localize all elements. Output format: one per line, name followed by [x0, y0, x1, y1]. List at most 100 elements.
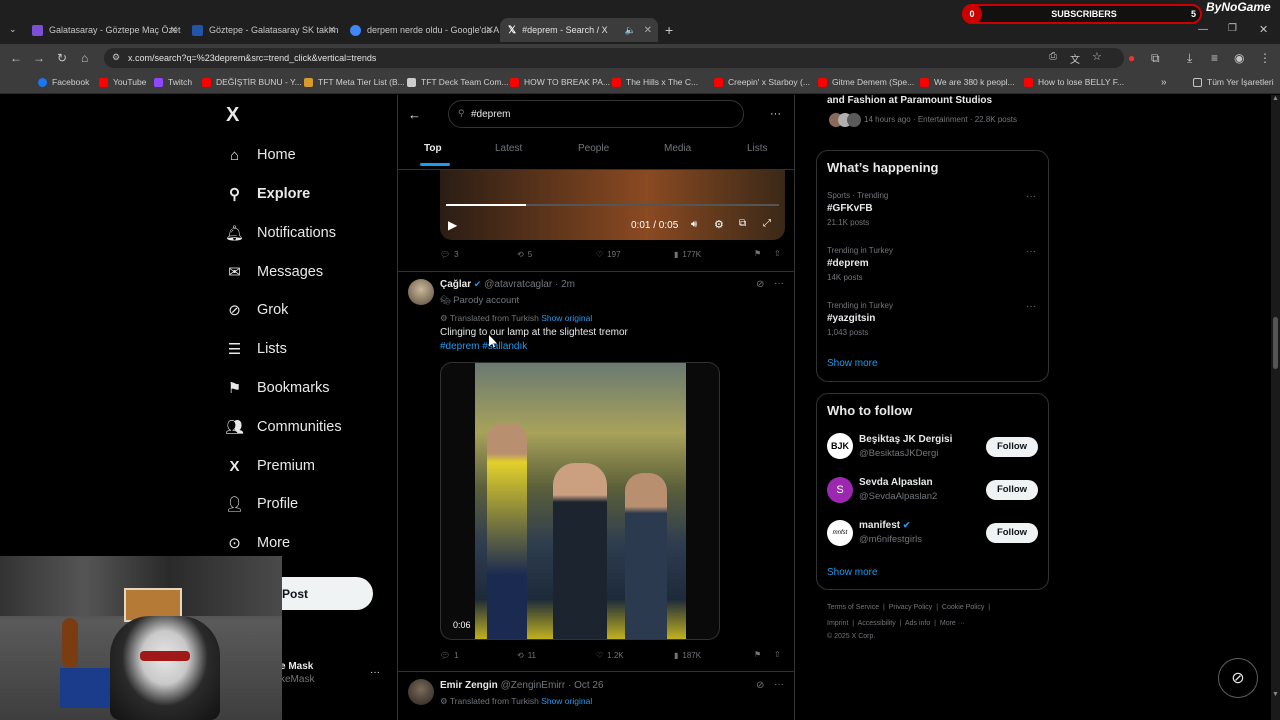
repost-action[interactable]: ⟲ 5	[517, 250, 532, 259]
back-icon[interactable]: ←	[10, 52, 22, 64]
nav-premium[interactable]: X Premium	[226, 454, 315, 478]
install-app-icon[interactable]: ⎙	[1049, 51, 1057, 62]
bookmark-item[interactable]: Creepin' x Starboy (...	[714, 77, 810, 87]
account-more-icon[interactable]: ···	[370, 667, 380, 678]
trend-more-icon[interactable]: ···	[1026, 191, 1036, 202]
bookmark-item[interactable]: HOW TO BREAK PA...	[510, 77, 610, 87]
trend-more-icon[interactable]: ···	[1026, 246, 1036, 257]
close-tab-icon[interactable]: ✕	[328, 25, 336, 36]
restore-icon[interactable]: ❐	[1228, 23, 1237, 34]
bookmark-icon[interactable]: ⚑	[754, 650, 761, 659]
bookmark-item[interactable]: How to lose BELLY F...	[1024, 77, 1124, 87]
footer-link[interactable]: Privacy Policy	[889, 604, 933, 611]
share-icon[interactable]: ⇧	[774, 650, 781, 659]
tweet-time[interactable]: · 2m	[555, 279, 575, 290]
close-window-icon[interactable]: ✕	[1259, 23, 1268, 36]
scroll-down-icon[interactable]: ▼	[1272, 691, 1279, 698]
show-original-link[interactable]: Show original	[541, 313, 592, 323]
site-info-icon[interactable]: ⚙	[112, 52, 120, 63]
tab-list-chevron-icon[interactable]: ⌄	[9, 24, 17, 35]
show-more-trends-link[interactable]: Show more	[827, 358, 878, 369]
scrollbar-thumb[interactable]	[1273, 317, 1278, 369]
nav-profile[interactable]: 👤︎ Profile	[225, 492, 298, 516]
tab-media[interactable]: Media	[664, 143, 691, 154]
suggested-account[interactable]: Beşiktaş JK Dergisi @BesiktasJKDergi	[859, 434, 952, 459]
new-tab-icon[interactable]: +	[665, 22, 673, 38]
bookmark-item[interactable]: YouTube	[99, 77, 146, 87]
bookmark-item[interactable]: Gitme Demem (Spe...	[818, 77, 914, 87]
author-name[interactable]: Emir Zengin	[440, 680, 498, 691]
repost-action[interactable]: ⟲ 11	[517, 651, 536, 660]
browser-tab[interactable]: Galatasaray - Göztepe Maç Özet ✕	[24, 18, 184, 42]
author-handle[interactable]: @ZenginEmirr	[501, 680, 566, 691]
bookmark-item[interactable]: Facebook	[38, 77, 89, 87]
browser-tab-active[interactable]: 𝕏 #deprem - Search / X 🔈 ✕	[500, 18, 658, 42]
back-arrow-icon[interactable]: ←	[408, 107, 421, 122]
suggested-account[interactable]: manifest ✔ @m6nifestgirls	[859, 520, 922, 545]
avatar[interactable]	[408, 679, 434, 705]
follow-button[interactable]: Follow	[986, 480, 1038, 500]
translate-icon[interactable]: 文	[1070, 51, 1080, 66]
trend-item[interactable]: Sports · Trending #GFKvFB 21.1K posts	[827, 191, 888, 227]
follow-button[interactable]: Follow	[986, 523, 1038, 543]
page-scrollbar[interactable]: ▲ ▼	[1271, 95, 1280, 720]
nav-notifications[interactable]: 🔔︎ Notifications	[225, 221, 336, 245]
scroll-up-icon[interactable]: ▲	[1272, 95, 1279, 102]
media-control-icon[interactable]: ≡	[1211, 52, 1218, 64]
tab-latest[interactable]: Latest	[495, 143, 522, 154]
nav-communities[interactable]: 👥︎ Communities	[225, 415, 342, 439]
news-item[interactable]: and Fashion at Paramount Studios 14 hour…	[827, 95, 1047, 127]
reply-action[interactable]: 💬︎ 1	[440, 651, 459, 660]
video-progress-bar[interactable]	[446, 204, 779, 206]
follow-button[interactable]: Follow	[986, 437, 1038, 457]
browser-menu-icon[interactable]: ⋮	[1259, 52, 1271, 64]
tweet-more-icon[interactable]: ···	[774, 278, 784, 289]
views-action[interactable]: ▮ 187K	[674, 651, 701, 660]
trend-item[interactable]: Trending in Turkey #deprem 14K posts	[827, 246, 893, 282]
tweet-time[interactable]: · Oct 26	[568, 680, 604, 691]
like-action[interactable]: ♡ 197	[596, 250, 621, 259]
extension-record-icon[interactable]: ●	[1128, 52, 1135, 64]
video-player[interactable]: 0:06	[440, 362, 720, 640]
bookmark-icon[interactable]: ⚑	[754, 249, 761, 258]
all-bookmarks-folder[interactable]: Tüm Yer İşaretleri	[1193, 77, 1274, 87]
volume-icon[interactable]: 🔊︎	[691, 219, 697, 230]
show-original-link[interactable]: Show original	[541, 696, 592, 706]
nav-messages[interactable]: ✉ Messages	[226, 260, 323, 284]
views-action[interactable]: ▮ 177K	[674, 250, 701, 259]
nav-home[interactable]: ⌂ Home	[226, 143, 296, 167]
nav-explore[interactable]: ⚲ Explore	[226, 182, 310, 206]
suggested-account[interactable]: Sevda Alpaslan @SevdaAlpaslan2	[859, 477, 937, 502]
trend-item[interactable]: Trending in Turkey #yazgitsin 1,043 posts	[827, 301, 893, 337]
tab-top[interactable]: Top	[424, 143, 442, 154]
bookmark-item[interactable]: Twitch	[154, 77, 192, 87]
fullscreen-icon[interactable]: ⤢	[763, 218, 771, 229]
bookmark-item[interactable]: The Hills x The C...	[612, 77, 698, 87]
bookmark-item[interactable]: DEĞİŞTİR BUNU - Y...	[202, 77, 302, 87]
audio-icon[interactable]: 🔈	[625, 25, 636, 36]
url-input[interactable]: ⚙ x.com/search?q=%23deprem&src=trend_cli…	[104, 48, 1124, 68]
avatar[interactable]: S	[827, 477, 853, 503]
video-player[interactable]: ▶ 0:01 / 0:05 🔊︎ ⚙ ⧉ ⤢	[440, 170, 785, 240]
close-tab-icon[interactable]: ✕	[170, 25, 178, 36]
more-bookmarks-icon[interactable]: »	[1161, 77, 1167, 88]
footer-link[interactable]: More ···	[940, 620, 965, 627]
home-icon[interactable]: ⌂	[81, 52, 88, 64]
x-logo-icon[interactable]: X	[226, 104, 239, 127]
tab-people[interactable]: People	[578, 143, 609, 154]
reload-icon[interactable]: ↻	[57, 52, 67, 64]
nav-lists[interactable]: ☰ Lists	[226, 337, 287, 361]
footer-link[interactable]: Imprint	[827, 620, 848, 627]
tweet-more-icon[interactable]: ···	[774, 679, 784, 690]
show-more-follow-link[interactable]: Show more	[827, 567, 878, 578]
avatar[interactable]: BJK	[827, 433, 853, 459]
settings-gear-icon[interactable]: ⚙	[714, 218, 724, 231]
footer-link[interactable]: Accessibility	[858, 620, 896, 627]
bookmark-item[interactable]: TFT Deck Team Com...	[407, 77, 509, 87]
bookmark-item[interactable]: TFT Meta Tier List (B...	[304, 77, 405, 87]
like-action[interactable]: ♡ 1.2K	[596, 651, 624, 660]
browser-tab[interactable]: derpem nerde oldu - Google'da A ✕	[342, 18, 500, 42]
grok-analyze-icon[interactable]: ⊘	[756, 279, 764, 290]
avatar[interactable]	[408, 279, 434, 305]
author-handle[interactable]: @atavratcaglar	[484, 279, 552, 290]
